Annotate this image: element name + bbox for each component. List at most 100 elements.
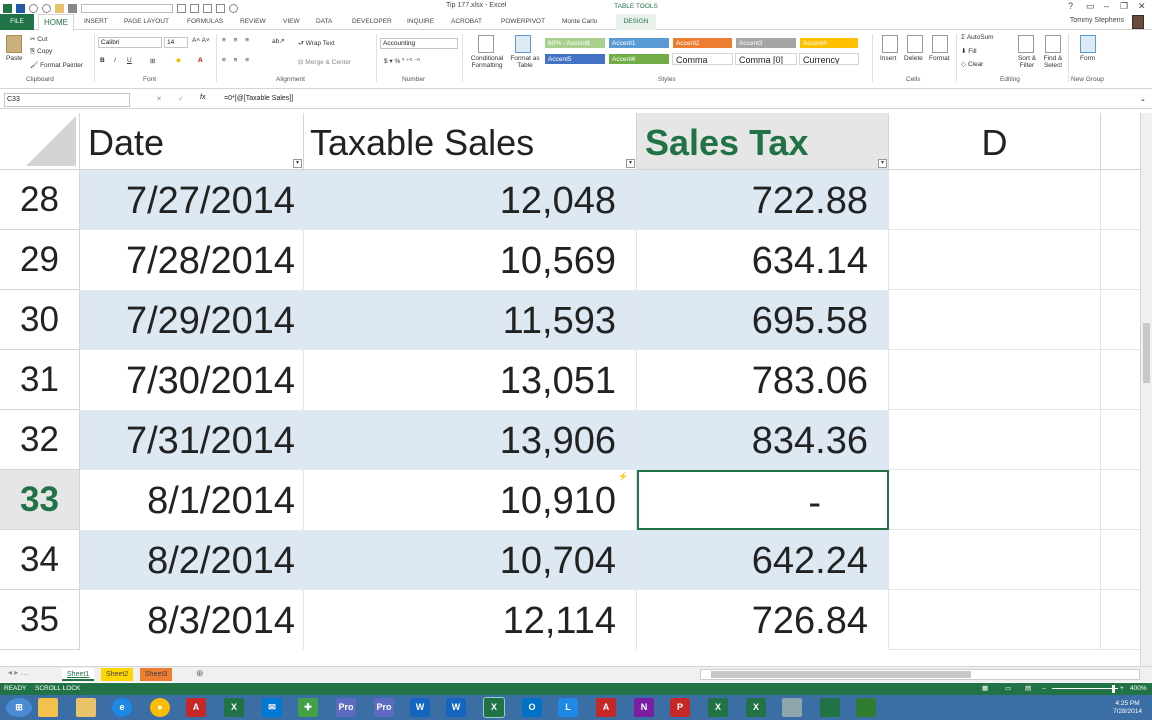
empty-cell[interactable] xyxy=(889,290,1101,350)
tab-insert[interactable]: INSERT xyxy=(84,16,108,28)
cell-style-5[interactable]: Accent4 xyxy=(799,37,859,49)
binoculars-icon[interactable] xyxy=(1045,35,1061,53)
delete-cells-button[interactable]: Delete xyxy=(904,55,923,62)
format-painter-button[interactable]: 🖌 Format Painter xyxy=(30,61,83,69)
date-cell[interactable]: 8/2/2014 xyxy=(80,530,304,590)
sheet-tab-2[interactable]: Sheet2 xyxy=(101,668,134,681)
font-name-select[interactable]: Calibri xyxy=(98,37,162,48)
filter-dropdown-icon[interactable]: ▾ xyxy=(878,159,887,168)
format-cells-icon[interactable] xyxy=(932,35,948,53)
row-header[interactable]: 33 xyxy=(0,470,80,530)
ribbon-display-icon[interactable]: ▭ xyxy=(1086,1,1095,12)
zoom-slider-thumb[interactable] xyxy=(1112,685,1115,693)
name-box[interactable]: C33 xyxy=(4,93,130,107)
conditional-formatting-icon[interactable] xyxy=(478,35,494,53)
sales-tax-cell[interactable]: 642.24 xyxy=(637,530,889,590)
date-cell[interactable]: 7/28/2014 xyxy=(80,230,304,290)
autosum-button[interactable]: Σ AutoSum xyxy=(961,34,994,41)
autocorrect-options-icon[interactable]: ⚡ xyxy=(618,472,628,481)
delete-cells-icon[interactable] xyxy=(907,35,923,53)
clear-button[interactable]: ◇ Clear xyxy=(961,60,983,68)
taskbar-app-icon-8[interactable]: A xyxy=(596,698,616,717)
taxable-sales-cell[interactable]: 13,051 xyxy=(304,350,637,410)
start-button-icon[interactable]: ⊞ xyxy=(6,698,32,717)
sales-tax-cell[interactable]: 695.58 xyxy=(637,290,889,350)
taskbar-app-icon-6[interactable]: O xyxy=(522,698,542,717)
cell-style-1[interactable]: 60% - Accent6 xyxy=(544,37,606,49)
align-top-icons[interactable]: ≡ ≡ ≡ xyxy=(222,37,252,44)
zoom-out-icon[interactable]: – xyxy=(1042,683,1046,695)
enter-icon[interactable]: ✓ xyxy=(178,95,184,103)
excel-icon[interactable]: X xyxy=(224,698,244,717)
paste-icon[interactable] xyxy=(6,35,22,53)
quick-icon-4[interactable] xyxy=(216,3,225,13)
tab-home[interactable]: HOME xyxy=(38,14,74,31)
tab-page-layout[interactable]: PAGE LAYOUT xyxy=(124,16,169,28)
close-icon[interactable]: ✕ xyxy=(1138,1,1146,12)
insert-cells-button[interactable]: Insert xyxy=(880,55,896,62)
tab-formulas[interactable]: FORMULAS xyxy=(187,16,223,28)
format-as-table-icon[interactable] xyxy=(515,35,531,53)
find-select-button[interactable]: Find & Select xyxy=(1038,55,1068,69)
sales-tax-cell[interactable]: 726.84 xyxy=(637,590,889,650)
format-as-table-button[interactable]: Format as Table xyxy=(508,55,542,69)
orientation-icon[interactable]: ab↗ xyxy=(272,37,285,45)
cell-style-8[interactable]: Comma xyxy=(672,53,733,65)
column-header-d[interactable]: D xyxy=(889,113,1101,170)
avatar[interactable] xyxy=(1132,15,1144,29)
select-all-corner[interactable] xyxy=(0,113,80,170)
sales-tax-cell[interactable]: 634.14 xyxy=(637,230,889,290)
date-cell[interactable]: 8/1/2014 xyxy=(80,470,304,530)
number-format-select[interactable]: Accounting xyxy=(380,38,458,49)
taxable-sales-cell[interactable]: 13,906 xyxy=(304,410,637,470)
cell-style-4[interactable]: Accent3 xyxy=(735,37,797,49)
empty-cell[interactable] xyxy=(889,410,1101,470)
fill-color-icon[interactable]: ◆ xyxy=(176,56,181,64)
user-name[interactable]: Tommy Stephens xyxy=(1070,17,1124,24)
mail-icon[interactable]: ✉ xyxy=(262,698,282,717)
minimize-icon[interactable]: – xyxy=(1104,1,1109,11)
excel-app-icon[interactable] xyxy=(856,698,876,717)
form-icon[interactable] xyxy=(1080,35,1096,53)
empty-cell[interactable] xyxy=(889,230,1101,290)
column-header-date[interactable]: Date xyxy=(80,113,304,170)
tab-data[interactable]: DATA xyxy=(316,16,332,28)
cell-style-9[interactable]: Comma [0] xyxy=(735,53,797,65)
column-header-taxable-sales[interactable]: Taxable Sales xyxy=(304,113,637,170)
empty-cell[interactable] xyxy=(1101,410,1140,470)
acrobat-icon[interactable]: A xyxy=(186,698,206,717)
tab-acrobat[interactable]: ACROBAT xyxy=(451,16,482,28)
empty-cell[interactable] xyxy=(889,590,1101,650)
sheet-tab-1[interactable]: Sheet1 xyxy=(62,668,95,681)
format-cells-button[interactable]: Format xyxy=(929,55,950,62)
empty-cell[interactable] xyxy=(1101,230,1140,290)
date-cell[interactable]: 7/30/2014 xyxy=(80,350,304,410)
taskbar-app-icon-9[interactable]: N xyxy=(634,698,654,717)
conditional-formatting-button[interactable]: Conditional Formatting xyxy=(466,55,508,69)
font-size-select[interactable]: 14 xyxy=(164,37,188,48)
taskbar-app-icon-12[interactable]: X xyxy=(746,698,766,717)
empty-cell[interactable] xyxy=(889,170,1101,230)
file-explorer-icon[interactable] xyxy=(76,698,96,717)
zoom-level[interactable]: 400% xyxy=(1130,683,1147,695)
horizontal-scroll-thumb[interactable] xyxy=(711,671,971,678)
empty-cell[interactable] xyxy=(1101,290,1140,350)
zoom-slider[interactable] xyxy=(1052,688,1118,689)
vertical-scrollbar[interactable] xyxy=(1140,113,1152,666)
empty-cell[interactable] xyxy=(889,350,1101,410)
taskbar-app-icon-5[interactable]: X xyxy=(483,697,505,718)
cell-style-6[interactable]: Accent5 xyxy=(544,53,606,65)
tab-design[interactable]: DESIGN xyxy=(616,14,656,30)
date-cell[interactable]: 7/29/2014 xyxy=(80,290,304,350)
horizontal-scrollbar[interactable] xyxy=(700,669,1140,680)
tab-developer[interactable]: DEVELOPER xyxy=(352,16,392,28)
empty-cell[interactable] xyxy=(1101,350,1140,410)
cell-style-3[interactable]: Accent2 xyxy=(672,37,733,49)
row-header[interactable]: 31 xyxy=(0,350,80,410)
restore-icon[interactable]: ❐ xyxy=(1120,1,1128,12)
column-header-sales-tax[interactable]: Sales Tax xyxy=(637,113,889,170)
page-break-view-icon[interactable]: ▤ xyxy=(1025,683,1031,695)
normal-view-icon[interactable]: ▦ xyxy=(982,683,988,695)
sort-filter-icon[interactable] xyxy=(1018,35,1034,53)
empty-cell[interactable] xyxy=(889,530,1101,590)
